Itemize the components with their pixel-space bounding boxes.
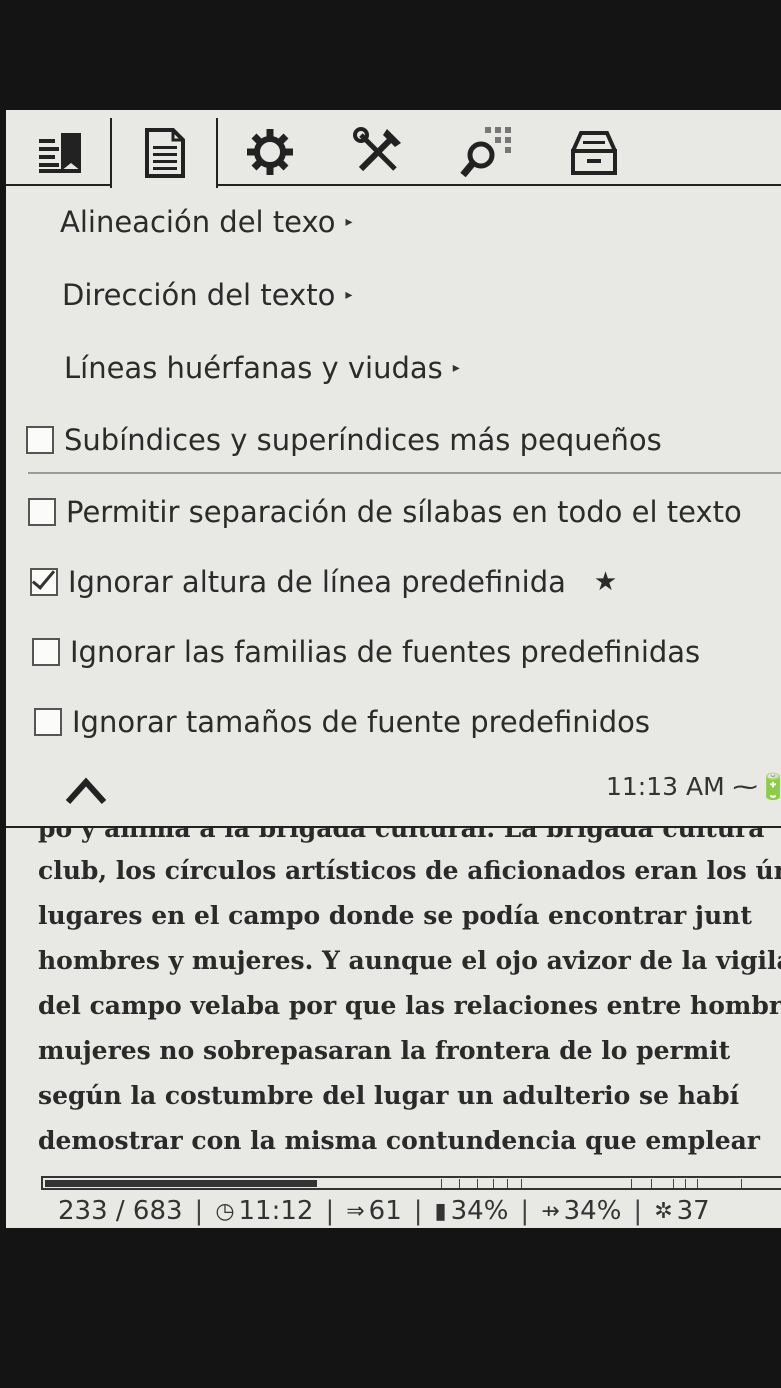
checkbox-checked[interactable]: [30, 568, 58, 596]
menu-separator: [28, 472, 781, 474]
collapse-menu-icon[interactable]: [64, 772, 108, 808]
clock-icon: ◷: [215, 1198, 235, 1224]
chapter-tick: [697, 1179, 698, 1188]
chapter-tick: [521, 1179, 522, 1188]
menu-clock: 11:13 AM ⁓🔋3: [606, 772, 781, 801]
pages-left-icon: ⇒: [346, 1198, 365, 1224]
menu-item-label: Subíndices y superíndices más pequeños: [64, 423, 662, 457]
book-text-line: po y anima a la brigada cultural. La bri…: [38, 828, 765, 843]
toc-bookmarks-icon: [39, 133, 81, 173]
reader-screen: Alineación del texo ▸ Dirección del text…: [6, 110, 781, 1228]
star-icon: ★: [593, 567, 618, 597]
status-time: 11:12: [238, 1196, 314, 1226]
page-counter: 233 / 683: [58, 1196, 183, 1226]
search-icon: [460, 127, 511, 178]
menu-item-label: Alineación del texo: [60, 205, 336, 239]
menu-item-smaller-subscripts[interactable]: Subíndices y superíndices más pequeños: [6, 404, 781, 476]
book-progress-icon: ⇸: [541, 1198, 560, 1224]
status-separator: |: [633, 1196, 643, 1226]
chapter-tick: [685, 1179, 686, 1188]
tab-search[interactable]: [434, 118, 538, 186]
menu-item-ignore-font-sizes[interactable]: Ignorar tamaños de fuente predefinidos: [6, 686, 781, 758]
file-icon: [571, 131, 617, 175]
status-bar: 233 / 683 | ◷ 11:12 | ⇒ 61 | ▮ 34% | ⇸ 3…: [58, 1194, 710, 1228]
chapter-tick: [651, 1179, 652, 1188]
checkbox[interactable]: [26, 426, 54, 454]
tab-tools[interactable]: [326, 118, 430, 186]
chapter-tick: [459, 1179, 460, 1188]
status-separator: |: [194, 1196, 204, 1226]
chapter-tick: [493, 1179, 494, 1188]
menu-item-label: Ignorar altura de línea predefinida: [68, 565, 566, 599]
menu-item-hyphenation[interactable]: Permitir separación de sílabas en todo e…: [6, 476, 781, 548]
battery-icon: ▮: [434, 1198, 447, 1224]
frontlight-level: 37: [676, 1196, 710, 1226]
status-separator: |: [520, 1196, 530, 1226]
checkbox[interactable]: [32, 638, 60, 666]
menu-item-label: Permitir separación de sílabas en todo e…: [66, 495, 742, 529]
tab-toc[interactable]: [10, 118, 114, 186]
menu-tab-bar: [6, 110, 781, 188]
menu-item-label: Ignorar tamaños de fuente predefinidos: [72, 705, 650, 739]
frontlight-icon: ✲: [654, 1198, 673, 1224]
chapter-tick: [631, 1179, 632, 1188]
book-text-line: club, los círculos artísticos de aficion…: [38, 856, 781, 885]
book-text-line: según la costumbre del lugar un adulteri…: [38, 1081, 740, 1110]
pages-left: 61: [368, 1196, 402, 1226]
chapter-tick: [673, 1179, 674, 1188]
progress-fill: [45, 1180, 317, 1187]
menu-item-label: Ignorar las familias de fuentes predefin…: [70, 635, 701, 669]
menu-item-ignore-font-families[interactable]: Ignorar las familias de fuentes predefin…: [6, 616, 781, 688]
tab-file[interactable]: [542, 118, 646, 186]
book-text-line: lugares en el campo donde se podía encon…: [38, 901, 752, 930]
chapter-tick: [477, 1179, 478, 1188]
tab-settings[interactable]: [218, 118, 322, 186]
menu-item-label: Dirección del texto: [62, 278, 336, 312]
gear-icon: [247, 129, 293, 175]
submenu-arrow-icon: ▸: [345, 214, 353, 230]
document-icon: [145, 128, 185, 178]
menu-footer: 11:13 AM ⁓🔋3: [6, 760, 781, 820]
checkbox[interactable]: [34, 708, 62, 736]
tab-document[interactable]: [110, 118, 218, 188]
book-page: po y anima a la brigada cultural. La bri…: [28, 828, 781, 1168]
chapter-tick: [507, 1179, 508, 1188]
book-text-line: hombres y mujeres. Y aunque el ojo avizo…: [38, 946, 781, 975]
tools-icon: [353, 127, 401, 172]
submenu-arrow-icon: ▸: [345, 287, 353, 303]
book-text-line: del campo velaba por que las relaciones …: [38, 991, 781, 1020]
book-text-line: demostrar con la misma contundencia que …: [38, 1126, 760, 1155]
menu-item-text-alignment[interactable]: Alineación del texo ▸: [6, 186, 781, 258]
checkbox[interactable]: [28, 498, 56, 526]
battery-level: 34%: [450, 1196, 509, 1226]
menu-item-text-direction[interactable]: Dirección del texto ▸: [6, 259, 781, 331]
status-separator: |: [325, 1196, 335, 1226]
menu-item-ignore-line-height[interactable]: Ignorar altura de línea predefinida ★: [6, 546, 781, 618]
status-separator: |: [413, 1196, 423, 1226]
menu-item-label: Líneas huérfanas y viudas: [64, 351, 443, 385]
chapter-tick: [741, 1179, 742, 1188]
menu-item-widows-orphans[interactable]: Líneas huérfanas y viudas ▸: [6, 332, 781, 404]
submenu-arrow-icon: ▸: [452, 360, 460, 376]
read-percent: 34%: [563, 1196, 622, 1226]
reading-progress-bar[interactable]: [41, 1174, 781, 1192]
book-text-line: mujeres no sobrepasaran la frontera de l…: [38, 1036, 731, 1065]
chapter-tick: [441, 1179, 442, 1188]
